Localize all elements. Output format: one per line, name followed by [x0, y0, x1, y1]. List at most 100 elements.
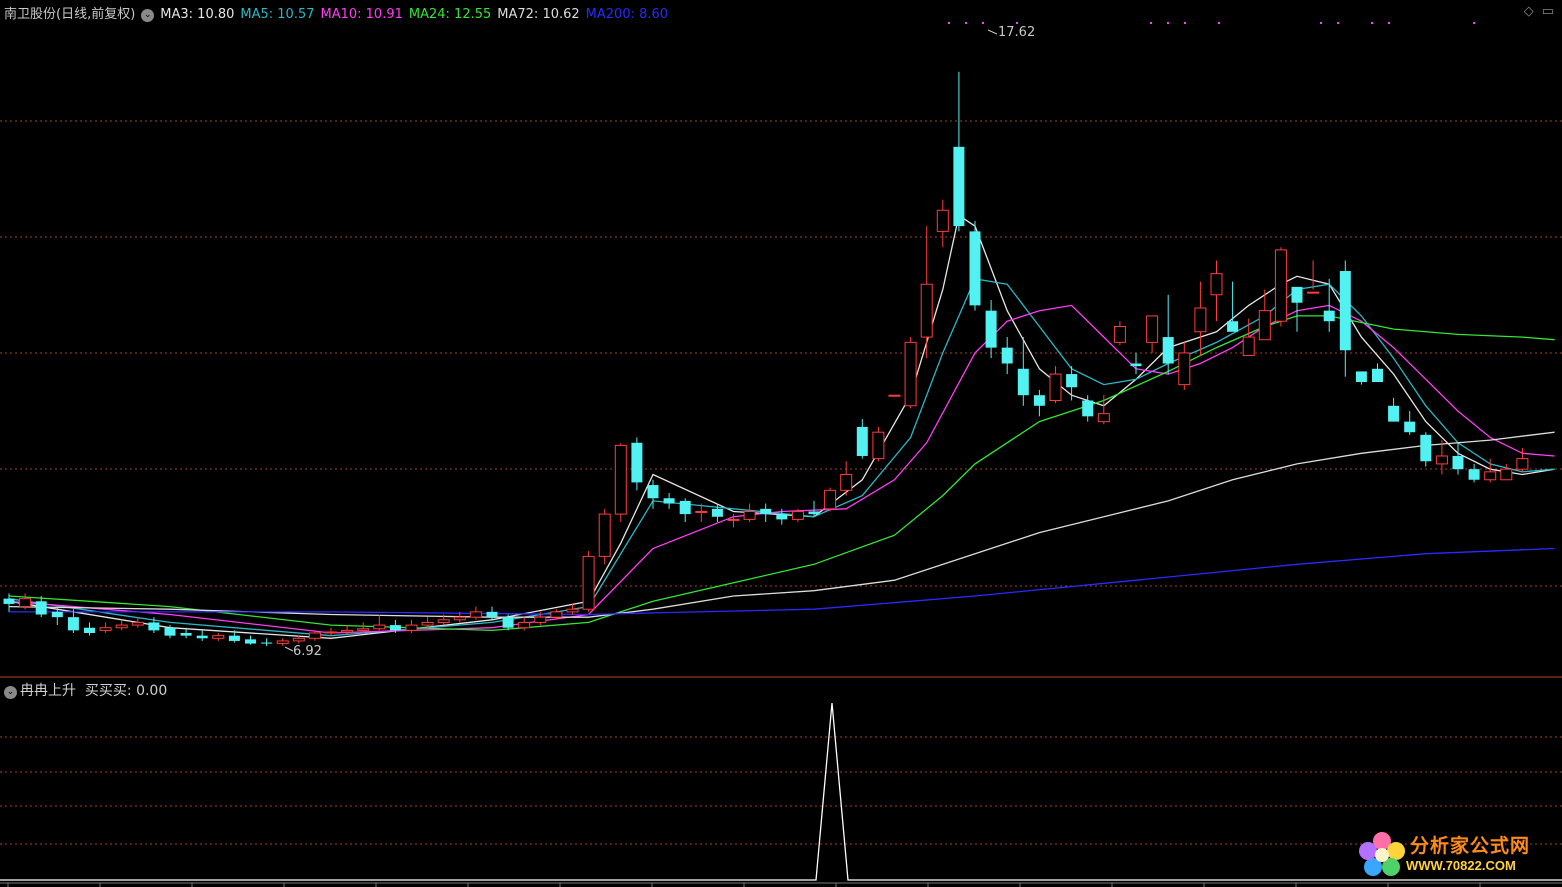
candle-body: [196, 635, 208, 639]
candle-body: [840, 473, 853, 491]
candle-body: [357, 628, 370, 631]
candle-body: [1130, 363, 1142, 367]
candle: [582, 551, 595, 612]
candle-body: [148, 622, 160, 631]
candle: [1484, 458, 1497, 483]
signal-dot: [1218, 22, 1220, 24]
chart-header: 南卫股份(日线,前复权) ⌄ MA3: 10.80 MA5: 10.57 MA10: 1…: [4, 3, 674, 22]
candle-body: [888, 394, 901, 397]
chevron-circle-icon[interactable]: ⌄: [4, 686, 17, 699]
candle-body: [936, 209, 949, 232]
candle: [99, 622, 112, 634]
minimize-icon[interactable]: ▭: [1542, 4, 1554, 19]
diamond-icon[interactable]: ◇: [1524, 4, 1534, 19]
candle-body: [663, 498, 675, 504]
candle: [1404, 411, 1416, 435]
candle-body: [1097, 413, 1110, 423]
candle-body: [711, 508, 723, 517]
signal-dot: [1016, 22, 1018, 24]
candle: [1307, 260, 1320, 294]
ma5-label: MA5: 10.57: [240, 7, 315, 22]
candle-body: [325, 631, 337, 634]
candle-body: [1274, 249, 1287, 322]
candle: [1049, 366, 1062, 404]
candle-body: [115, 624, 128, 629]
candle-body: [1017, 368, 1029, 396]
chevron-circle-icon[interactable]: ⌄: [141, 9, 155, 22]
candle: [1291, 286, 1303, 332]
candle: [1227, 281, 1239, 332]
candle: [1001, 337, 1013, 375]
candle-body: [1516, 458, 1529, 470]
candle: [1452, 442, 1464, 475]
signal-dot: [1184, 22, 1186, 24]
candle-body: [1194, 307, 1207, 333]
signal-marks: [948, 22, 1475, 24]
stock-title[interactable]: 南卫股份(日线,前复权): [4, 7, 135, 22]
ma24-label: MA24: 12.55: [408, 7, 492, 22]
candle: [1388, 397, 1400, 422]
candle-body: [292, 637, 305, 642]
candle-body: [67, 617, 79, 631]
candle-body: [373, 624, 386, 630]
candle-body: [1033, 395, 1045, 406]
candle-body: [582, 555, 595, 610]
candle: [1113, 321, 1126, 345]
candle: [631, 437, 643, 491]
candle-body: [550, 611, 563, 618]
candle-body: [1001, 347, 1013, 364]
candle-body: [453, 616, 466, 621]
candle-body: [776, 514, 788, 520]
candle-body: [808, 511, 820, 515]
candle: [1097, 395, 1110, 425]
indicator-title[interactable]: 冉冉上升: [20, 683, 76, 699]
candle: [469, 606, 482, 620]
candle-body: [920, 283, 933, 338]
candle-body: [1420, 434, 1432, 462]
candle-body: [99, 627, 112, 631]
candle: [663, 492, 675, 509]
candle: [872, 426, 885, 462]
candle-body: [164, 627, 176, 636]
candle: [936, 199, 949, 248]
candle-body: [631, 442, 643, 483]
candle-body: [261, 642, 273, 644]
chart-canvas[interactable]: [0, 0, 1562, 887]
candle-body: [1082, 400, 1094, 417]
candle: [679, 498, 691, 523]
low-leader: [284, 646, 294, 652]
candle-body: [469, 611, 482, 618]
candle-body: [727, 518, 740, 521]
candle-body: [35, 601, 47, 615]
candle-body: [1500, 468, 1513, 481]
candlestick-series: [3, 71, 1529, 647]
signal-dot: [1371, 22, 1373, 24]
candle-body: [1066, 374, 1078, 388]
candle: [19, 593, 32, 610]
candle: [824, 487, 837, 512]
candle: [1420, 432, 1432, 467]
candle: [261, 638, 273, 647]
candle-body: [1307, 291, 1320, 294]
signal-dot: [948, 22, 950, 24]
candle: [84, 622, 95, 636]
candle-body: [1468, 469, 1480, 480]
candle-body: [180, 633, 192, 636]
flower-logo-icon: [1359, 832, 1405, 876]
signal-dot: [1388, 22, 1390, 24]
candle-body: [872, 431, 885, 460]
candle-body: [1323, 310, 1335, 322]
candle: [35, 596, 47, 618]
ma3-label: MA3: 10.80: [160, 7, 235, 22]
candle: [373, 614, 386, 631]
watermark-url: WWW.70822.COM: [1406, 858, 1516, 873]
moving-average-lines: [8, 214, 1555, 639]
candle: [1355, 371, 1367, 385]
signal-dot: [1337, 22, 1339, 24]
candle: [1033, 389, 1045, 417]
candle-body: [1435, 455, 1448, 465]
candle: [1130, 352, 1142, 375]
ma72-label: MA72: 10.62: [497, 7, 580, 22]
candle-body: [647, 485, 659, 499]
indicator-series: [0, 702, 1562, 881]
